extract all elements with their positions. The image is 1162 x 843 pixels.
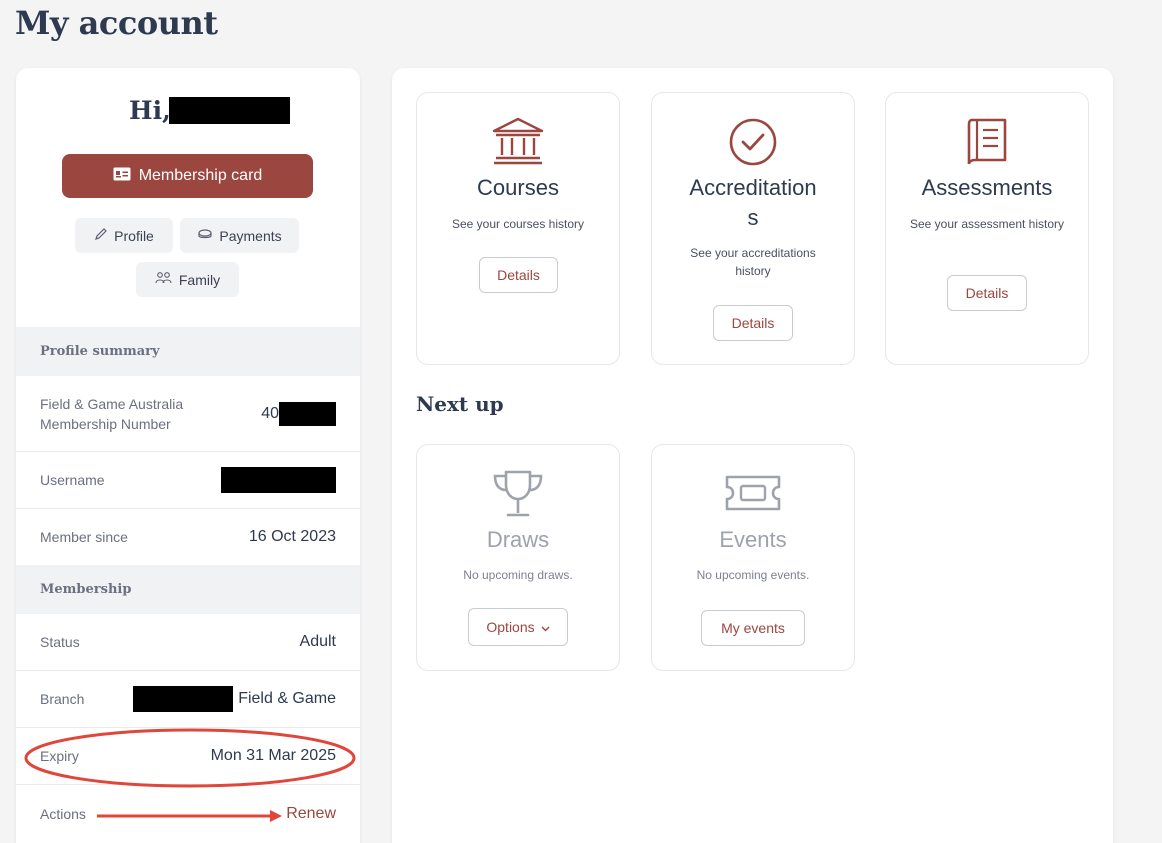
events-card: Events No upcoming events. My events — [651, 444, 855, 671]
redacted-name — [169, 97, 290, 124]
payments-button-label: Payments — [219, 227, 282, 244]
branch-row: Branch Field & Game — [16, 671, 360, 728]
status-value: Adult — [299, 633, 336, 650]
status-row: Status Adult — [16, 614, 360, 671]
assessments-title: Assessments — [921, 175, 1053, 200]
events-title: Events — [719, 527, 787, 552]
draws-options-label: Options — [486, 619, 535, 635]
book-icon — [886, 117, 1088, 167]
expiry-label: Expiry — [40, 748, 79, 764]
membership-card-label: Membership card — [138, 167, 263, 184]
accreditations-title: Accreditation s — [652, 173, 854, 233]
ticket-icon — [652, 473, 854, 513]
accreditations-card: Accreditation s See your accreditations … — [651, 92, 855, 365]
courses-desc: See your courses history — [451, 217, 585, 231]
dashboard-panel: Courses See your courses history Details… — [392, 68, 1113, 843]
family-button-label: Family — [178, 271, 221, 288]
draws-desc: No upcoming draws. — [463, 568, 573, 582]
redacted-number — [279, 401, 336, 426]
username-label: Username — [40, 472, 105, 488]
redacted-username — [221, 467, 336, 493]
accreditations-desc: See your accreditations history — [690, 246, 816, 278]
actions-row: Actions Renew — [16, 785, 360, 842]
greeting: Hi, — [129, 96, 171, 125]
profile-button-label: Profile — [114, 227, 154, 244]
courses-details-button[interactable]: Details — [479, 257, 558, 293]
coins-icon — [197, 228, 213, 244]
branch-value: Field & Game — [238, 690, 336, 707]
draws-options-button[interactable]: Options — [468, 608, 568, 646]
family-button[interactable]: Family — [136, 262, 239, 297]
redacted-branch — [133, 686, 234, 712]
assessments-details-button[interactable]: Details — [947, 275, 1027, 311]
membership-card-button[interactable]: Membership card — [62, 154, 313, 198]
membership-heading: Membership — [16, 565, 360, 614]
id-card-icon — [113, 167, 131, 186]
renew-link[interactable]: Renew — [286, 805, 336, 823]
accreditations-details-button[interactable]: Details — [713, 305, 793, 341]
accreditations-title-line2: s — [747, 205, 759, 230]
bank-icon — [417, 117, 619, 165]
status-label: Status — [40, 634, 80, 650]
chevron-down-icon — [541, 619, 550, 635]
expiry-value: Mon 31 Mar 2025 — [210, 747, 336, 764]
courses-card: Courses See your courses history Details — [416, 92, 620, 365]
pencil-icon — [94, 227, 108, 244]
draws-card: Draws No upcoming draws. Options — [416, 444, 620, 671]
assessments-card: Assessments See your assessment history … — [885, 92, 1089, 365]
profile-panel: Hi, Membership card Profile Payments Fam… — [16, 68, 360, 843]
profile-summary-heading: Profile summary — [16, 327, 360, 376]
membership-number-label: Field & Game Australia Membership Number — [40, 395, 184, 432]
events-desc: No upcoming events. — [696, 568, 810, 582]
trophy-icon — [417, 469, 619, 519]
courses-title: Courses — [477, 175, 559, 200]
membership-number-prefix: 40 — [261, 404, 279, 422]
accreditations-title-line1: Accreditation — [689, 175, 817, 200]
actions-label: Actions — [40, 805, 86, 822]
check-circle-icon — [652, 117, 854, 167]
profile-button[interactable]: Profile — [75, 218, 173, 253]
expiry-row: Expiry Mon 31 Mar 2025 — [16, 728, 360, 785]
branch-label: Branch — [40, 691, 85, 707]
family-icon — [155, 271, 173, 288]
member-since-row: Member since 16 Oct 2023 — [16, 509, 360, 566]
draws-title: Draws — [486, 527, 550, 552]
next-up-heading: Next up — [416, 392, 504, 416]
username-row: Username — [16, 452, 360, 509]
member-since-value: 16 Oct 2023 — [248, 528, 336, 545]
assessments-desc: See your assessment history — [909, 217, 1065, 231]
branch-value-wrap: Field & Game — [133, 686, 336, 712]
page-title: My account — [15, 4, 218, 42]
membership-number-value: 40 — [261, 401, 336, 426]
my-events-button[interactable]: My events — [701, 610, 805, 646]
membership-number-row: Field & Game Australia Membership Number… — [16, 376, 360, 452]
payments-button[interactable]: Payments — [180, 218, 299, 253]
member-since-label: Member since — [40, 529, 128, 545]
